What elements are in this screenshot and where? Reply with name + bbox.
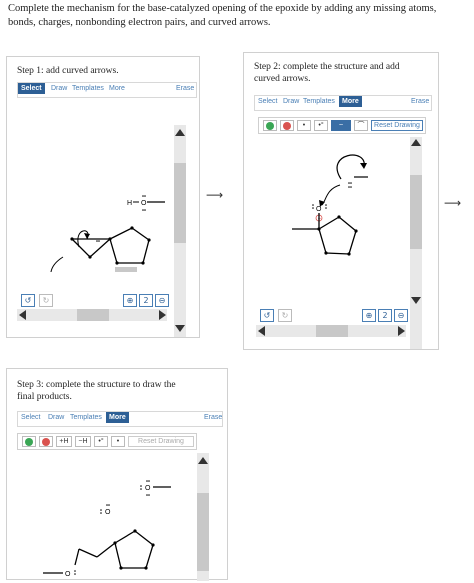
- reset-drawing-button[interactable]: Reset Drawing: [128, 436, 194, 447]
- scroll-left-arrow[interactable]: [19, 310, 26, 320]
- minus-icon: [42, 438, 50, 446]
- step1-bottom: ↺ ↻ ⊕ 2 ⊖: [21, 294, 191, 308]
- add-plus-charge-tool[interactable]: [22, 436, 36, 447]
- radical-tool[interactable]: •: [111, 436, 125, 447]
- more-tab[interactable]: More: [339, 96, 362, 107]
- lone-pair-tool[interactable]: •°: [314, 120, 328, 131]
- lone-pair-tool[interactable]: •°: [94, 436, 108, 447]
- step2-vthumb[interactable]: [410, 175, 422, 249]
- zoom-reset-button[interactable]: 2: [139, 294, 153, 307]
- single-curved-arrow-tool[interactable]: ⌒: [354, 120, 368, 131]
- step2-hthumb[interactable]: [316, 325, 348, 337]
- plus-icon: [25, 438, 33, 446]
- scroll-up-arrow[interactable]: [198, 457, 208, 464]
- templates-tab[interactable]: Templates: [72, 85, 104, 92]
- scroll-up-arrow[interactable]: [411, 139, 421, 146]
- o-atom-mid: O: [105, 509, 111, 516]
- templates-tab[interactable]: Templates: [303, 98, 335, 105]
- o-atom-bottom: O: [65, 571, 71, 578]
- templates-tab[interactable]: Templates: [70, 414, 102, 421]
- flow-arrow-1: ⟶: [206, 188, 224, 202]
- step2-hscroll[interactable]: [256, 325, 406, 337]
- step3-card: Step 3: complete the structure to draw t…: [6, 368, 228, 583]
- step1-hthumb[interactable]: [77, 309, 109, 321]
- step1-canvas[interactable]: H O O −: [17, 107, 167, 272]
- draw-tab[interactable]: Draw: [51, 85, 67, 92]
- more-tab[interactable]: More: [109, 85, 125, 92]
- o-atom-top: O: [145, 485, 151, 492]
- scroll-down-arrow[interactable]: [411, 297, 421, 304]
- step2-tools: • •° ~ ⌒ Reset Drawing: [258, 117, 426, 134]
- scroll-left-arrow[interactable]: [258, 326, 265, 336]
- redo-button[interactable]: ↻: [39, 294, 53, 307]
- zoom-out-button[interactable]: ⊖: [155, 294, 169, 307]
- h-atom: H: [127, 200, 132, 207]
- step2-card: Step 2: complete the structure and add c…: [243, 52, 439, 350]
- redo-button[interactable]: ↻: [278, 309, 292, 322]
- step3-canvas[interactable]: O O O: [19, 455, 199, 583]
- step1-toolbar: Select Draw Templates More Erase: [17, 82, 197, 98]
- o-atom-top: O: [141, 200, 147, 207]
- zoom-out-button[interactable]: ⊖: [394, 309, 408, 322]
- add-minus-charge-tool[interactable]: [280, 120, 294, 131]
- curved-arrow-tool[interactable]: ~: [331, 120, 351, 131]
- scroll-up-arrow[interactable]: [175, 129, 185, 136]
- more-tab[interactable]: More: [106, 412, 129, 423]
- step2-title: Step 2: complete the structure and add c…: [254, 62, 400, 84]
- erase-button[interactable]: Erase: [411, 98, 429, 105]
- scroll-right-arrow[interactable]: [398, 326, 405, 336]
- remove-h-tool[interactable]: −H: [75, 436, 91, 447]
- radical-tool[interactable]: •: [297, 120, 311, 131]
- select-tab[interactable]: Select: [258, 98, 277, 105]
- step1-hscroll[interactable]: [17, 309, 167, 321]
- scroll-right-arrow[interactable]: [159, 310, 166, 320]
- add-plus-charge-tool[interactable]: [263, 120, 277, 131]
- step2-bottom: ↺ ↻ ⊕ 2 ⊖: [260, 309, 430, 323]
- erase-button[interactable]: Erase: [204, 414, 222, 421]
- undo-button[interactable]: ↺: [260, 309, 274, 322]
- select-tab[interactable]: Select: [21, 414, 40, 421]
- step1-vthumb[interactable]: [174, 163, 186, 243]
- step3-vscroll[interactable]: [197, 453, 209, 581]
- step3-tools: +H −H •° • Reset Drawing: [17, 433, 197, 450]
- add-h-tool[interactable]: +H: [56, 436, 72, 447]
- instructions: Complete the mechanism for the base-cata…: [8, 3, 437, 28]
- step3-vthumb[interactable]: [197, 493, 209, 571]
- scroll-down-arrow[interactable]: [175, 325, 185, 332]
- step1-card: Step 1: add curved arrows. Select Draw T…: [6, 56, 200, 338]
- step2-toolbar: Select Draw Templates More Erase: [254, 95, 432, 111]
- draw-tab[interactable]: Draw: [283, 98, 299, 105]
- step1-title: Step 1: add curved arrows.: [17, 66, 119, 76]
- draw-tab[interactable]: Draw: [48, 414, 64, 421]
- flow-arrow-2: ⟶: [444, 196, 462, 210]
- undo-button[interactable]: ↺: [21, 294, 35, 307]
- reset-drawing-button[interactable]: Reset Drawing: [371, 120, 423, 131]
- add-minus-charge-tool[interactable]: [39, 436, 53, 447]
- o-minus-atom: O: [316, 206, 322, 213]
- zoom-reset-button[interactable]: 2: [378, 309, 392, 322]
- zoom-in-button[interactable]: ⊕: [362, 309, 376, 322]
- select-tab[interactable]: Select: [18, 83, 45, 94]
- erase-button[interactable]: Erase: [176, 85, 194, 92]
- plus-icon: [266, 122, 274, 130]
- step3-toolbar: Select Draw Templates More Erase: [17, 411, 223, 427]
- zoom-in-button[interactable]: ⊕: [123, 294, 137, 307]
- step2-canvas[interactable]: O −: [256, 139, 406, 319]
- minus-icon: [283, 122, 291, 130]
- step3-title: Step 3: complete the structure to draw t…: [17, 380, 176, 402]
